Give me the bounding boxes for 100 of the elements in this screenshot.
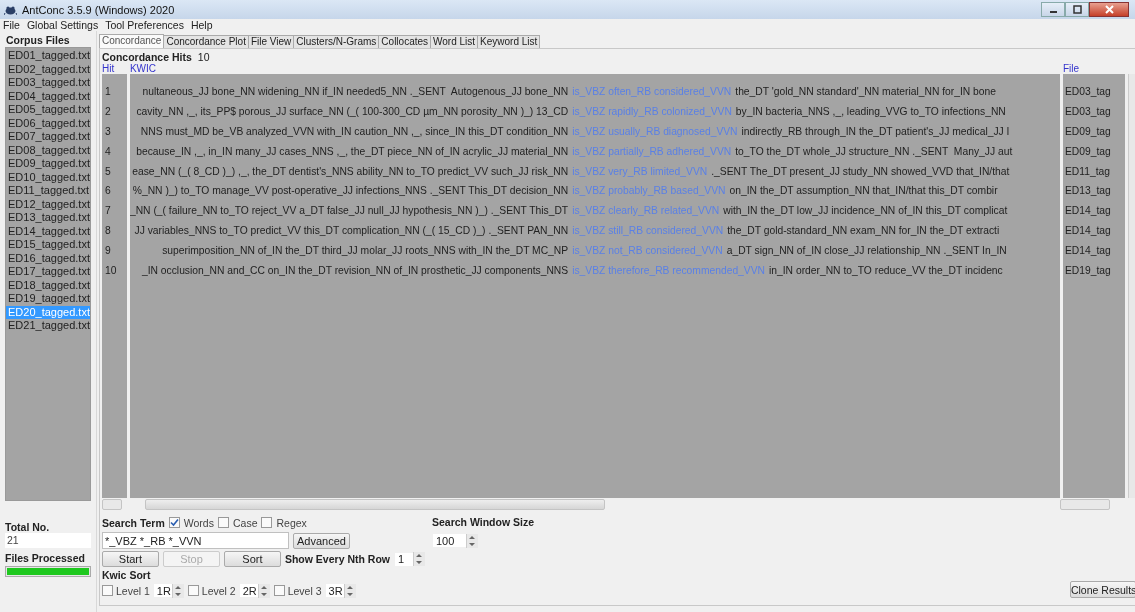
file-item[interactable]: ED04_tagged.txt: [6, 89, 90, 103]
horizontal-scrollbar[interactable]: [101, 499, 122, 510]
file-item[interactable]: ED01_tagged.txt: [6, 49, 90, 63]
action-button[interactable]: Sort: [223, 551, 281, 567]
file-item[interactable]: ED12_tagged.txt: [6, 197, 90, 211]
hit-number: 8: [104, 225, 111, 237]
right-context: a_DT sign_NN of_IN close_JJ relationship_NN ._SENT In_IN: [726, 244, 1007, 259]
file-item[interactable]: ED15_tagged.txt: [6, 238, 90, 252]
file-item[interactable]: ED11_tagged.txt: [6, 184, 90, 198]
maximize-button[interactable]: [1065, 2, 1089, 17]
advanced-button[interactable]: Advanced: [292, 532, 350, 549]
left-context: superimposition_NN of_IN the_DT third_JJ molar_JJ roots_NNS with_IN the_DT MC_NP: [162, 244, 569, 259]
tab[interactable]: Concordance: [98, 34, 165, 48]
file-item[interactable]: ED03_tagged.txt: [6, 76, 90, 90]
spinner-arrows-icon[interactable]: [467, 533, 478, 548]
hit-number: 10: [104, 265, 117, 276]
clone-results-button[interactable]: Clone Results: [1069, 581, 1135, 598]
spinner-field[interactable]: 1: [393, 551, 426, 567]
left-context: _NN (_( failure_NN to_TO reject_VV a_DT false_JJ null_JJ hypothesis_NN )_) ._SENT This_DT: [129, 204, 569, 219]
file-item[interactable]: ED19_tagged.txt: [6, 292, 90, 306]
file-name: ED14_tag: [1064, 205, 1111, 217]
horizontal-scrollbar[interactable]: [144, 499, 605, 510]
checkbox[interactable]: [168, 517, 180, 528]
file-name: ED09_tag: [1064, 125, 1111, 137]
hit-number: 1: [104, 86, 111, 97]
file-item[interactable]: ED13_tagged.txt: [6, 211, 90, 225]
menu-item[interactable]: Global Settings: [26, 19, 99, 31]
file-name: ED13_tag: [1064, 185, 1111, 197]
tab[interactable]: File View: [247, 35, 295, 48]
right-context: ._SENT The_DT present_JJ study_NN showed_VVD that_IN/that: [711, 164, 1010, 179]
close-button[interactable]: [1089, 2, 1129, 17]
hits-label: Concordance Hits: [101, 51, 192, 63]
horizontal-scrollbar[interactable]: [1059, 499, 1110, 510]
left-context: NNS must_MD be_VB analyzed_VVN with_IN caution_NN ,_, since_IN this_DT condition_NN: [140, 124, 569, 139]
column-header[interactable]: File: [1062, 63, 1080, 74]
panel-title: Corpus Files: [6, 34, 71, 47]
file-item[interactable]: ED02_tagged.txt: [6, 62, 90, 76]
file-item[interactable]: ED09_tagged.txt: [6, 157, 90, 171]
tab[interactable]: Concordance Plot: [163, 35, 249, 48]
file-name: ED11_tag: [1064, 165, 1110, 177]
file-item[interactable]: ED05_tagged.txt: [6, 103, 90, 117]
level-label: Level 3: [287, 584, 322, 597]
checkbox[interactable]: [273, 585, 285, 596]
window-size-label: Search Window Size: [431, 515, 534, 530]
checkbox[interactable]: [187, 585, 199, 596]
column-header[interactable]: KWIC: [129, 63, 157, 74]
column-header[interactable]: Hit: [101, 63, 115, 74]
spinner-field[interactable]: 1R: [152, 583, 185, 598]
spinner-field[interactable]: 3R: [324, 583, 357, 598]
option-label: Words: [183, 516, 214, 529]
spinner-arrows-icon[interactable]: [345, 583, 356, 598]
file-item[interactable]: ED21_tagged.txt: [6, 319, 90, 333]
left-context: ease_NN (_( 8_CD )_) ,_, the_DT dentist's_NNS ability_NN to_TO predict_VV such_JJ risk_NN: [132, 164, 569, 179]
minimize-button[interactable]: [1041, 2, 1065, 17]
level-label: Level 2: [201, 584, 236, 597]
menu-item[interactable]: Tool Preferences: [105, 19, 184, 31]
tab[interactable]: Collocates: [378, 35, 432, 48]
file-name: ED19_tag: [1064, 265, 1111, 276]
file-item[interactable]: ED07_tagged.txt: [6, 130, 90, 144]
action-button[interactable]: Start: [101, 551, 159, 567]
search-field[interactable]: *_VBZ *_RB *_VVN: [101, 532, 289, 549]
hit-number: 9: [104, 245, 111, 257]
right-context: in_IN order_NN to_TO reduce_VV the_DT incidenc: [769, 264, 1003, 278]
checkbox[interactable]: [217, 517, 229, 528]
tab[interactable]: Clusters/N-Grams: [293, 35, 380, 48]
left-context: cavity_NN ,_, its_PP$ porous_JJ surface_NN (_( 100-300_CD µm_NN porosity_NN )_) 13_CD: [136, 104, 569, 119]
spinner-arrows-icon[interactable]: [414, 552, 425, 566]
vertical-scrollbar[interactable]: [1127, 74, 1135, 498]
file-name: ED03_tag: [1064, 105, 1111, 117]
tab[interactable]: Keyword List: [477, 35, 541, 48]
checkbox[interactable]: [101, 585, 113, 596]
menu-item[interactable]: File: [3, 19, 20, 31]
file-name: ED14_tag: [1064, 225, 1111, 237]
left-context: %_NN )_) to_TO manage_VV post-operative_JJ infections_NNS ._SENT This_DT decision_NN: [132, 184, 569, 199]
spinner-arrows-icon[interactable]: [173, 583, 184, 598]
right-context: the_DT gold-standard_NN exam_NN for_IN the_DT extracti: [727, 224, 1000, 239]
hit-number: 6: [104, 185, 111, 197]
tab[interactable]: Word List: [430, 35, 479, 48]
level-label: Level 1: [115, 584, 150, 597]
spinner-field[interactable]: 100: [431, 533, 479, 548]
checkbox[interactable]: [261, 517, 273, 528]
file-item[interactable]: ED10_tagged.txt: [6, 170, 90, 184]
file-item[interactable]: ED16_tagged.txt: [6, 251, 90, 265]
file-item[interactable]: ED18_tagged.txt: [6, 278, 90, 292]
right-context: with_IN the_DT low_JJ incidence_NN of_IN this_DT complicat: [723, 204, 1008, 219]
file-item[interactable]: ED06_tagged.txt: [6, 116, 90, 130]
hit-number: 3: [104, 125, 111, 137]
right-context: the_DT 'gold_NN standard'_NN material_NN for_IN bone: [735, 85, 996, 99]
spinner-arrows-icon[interactable]: [259, 583, 270, 598]
left-context: JJ variables_NNS to_TO predict_VV this_DT complication_NN (_( 15_CD )_) ._SENT PAN_NN: [134, 224, 569, 239]
window-title: AntConc 3.5.9 (Windows) 2020: [22, 3, 175, 16]
field-label: Files Processed: [5, 552, 86, 564]
spinner-field[interactable]: 2R: [238, 583, 271, 598]
total-field: 21: [5, 533, 91, 548]
file-item[interactable]: ED17_tagged.txt: [6, 265, 90, 279]
file-item[interactable]: ED14_tagged.txt: [6, 224, 90, 238]
maximize-icon: [1072, 5, 1082, 14]
file-item[interactable]: ED08_tagged.txt: [6, 143, 90, 157]
menu-item[interactable]: Help: [190, 19, 213, 31]
left-context: _IN occlusion_NN and_CC on_IN the_DT revision_NN of_IN prosthetic_JJ components_NNS: [141, 264, 569, 278]
